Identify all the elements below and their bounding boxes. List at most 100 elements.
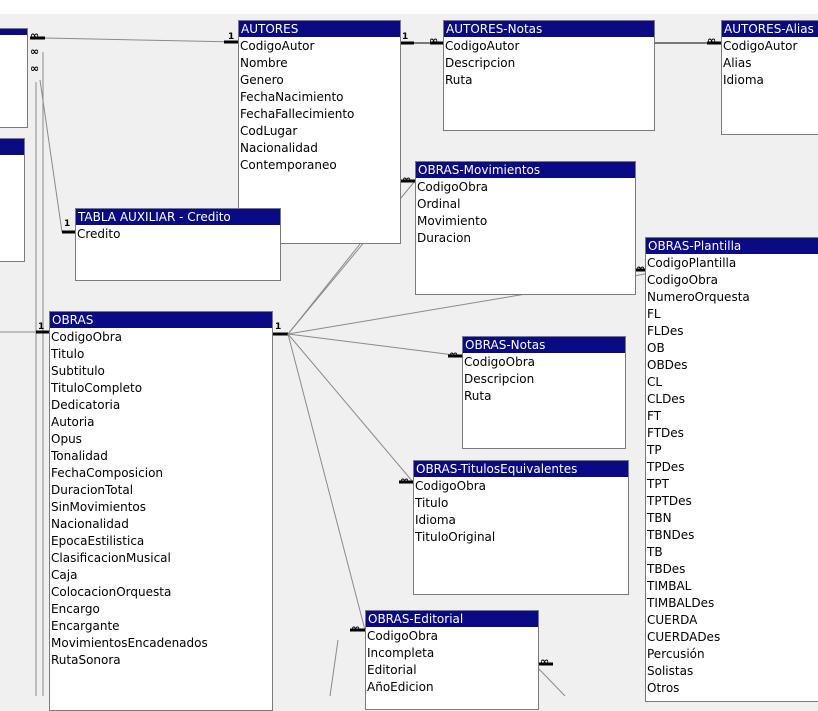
table-title[interactable]: AUTORES-Notas <box>444 21 654 37</box>
field-item[interactable]: CodigoAutor <box>240 38 400 55</box>
field-item[interactable]: CL <box>647 374 818 391</box>
field-item[interactable]: Duracion <box>417 230 635 247</box>
field-item[interactable]: TPT <box>647 476 818 493</box>
field-item[interactable]: CodigoObra <box>647 272 818 289</box>
field-item[interactable]: CodigoAutor <box>723 38 818 55</box>
table-title[interactable]: OBRAS-Notas <box>463 337 625 353</box>
field-item[interactable]: FechaComposicion <box>51 465 272 482</box>
field-item[interactable]: FL <box>647 306 818 323</box>
field-item[interactable]: Nombre <box>240 55 400 72</box>
field-item[interactable]: CodigoObra <box>417 179 635 196</box>
table-title[interactable]: OBRAS <box>50 312 272 328</box>
field-item[interactable]: TPTDes <box>647 493 818 510</box>
table-obras-titulos-equivalentes[interactable]: OBRAS-TitulosEquivalentes CodigoObra Tit… <box>413 460 629 595</box>
field-item[interactable]: Credito <box>77 226 280 243</box>
table-title[interactable]: OBRAS-TitulosEquivalentes <box>414 461 628 477</box>
field-item[interactable]: OB <box>647 340 818 357</box>
field-item[interactable]: Idioma <box>415 512 628 529</box>
one-cardinality-label: 1 <box>275 322 282 332</box>
field-item[interactable]: Ruta <box>445 72 654 89</box>
field-item[interactable]: DuracionTotal <box>51 482 272 499</box>
field-item[interactable]: NumeroOrquesta <box>647 289 818 306</box>
table-auxiliar-credito[interactable]: TABLA AUXILIAR - Credito Credito <box>75 208 281 281</box>
table-autores-alias[interactable]: AUTORES-Alias CodigoAutor Alias Idioma <box>721 20 818 135</box>
field-item[interactable]: Titulo <box>51 346 272 363</box>
field-item[interactable]: CLDes <box>647 391 818 408</box>
field-item[interactable]: Opus <box>51 431 272 448</box>
one-cardinality-label: 1 <box>38 322 45 332</box>
field-item[interactable]: TIMBAL <box>647 578 818 595</box>
table-title[interactable]: OBRAS-Plantilla <box>646 238 818 254</box>
field-item[interactable]: CodigoObra <box>367 628 538 645</box>
field-item[interactable]: Percusión <box>647 646 818 663</box>
field-item[interactable]: Descripcion <box>464 371 625 388</box>
field-item[interactable]: Alias <box>723 55 818 72</box>
field-item[interactable]: TituloCompleto <box>51 380 272 397</box>
table-obras[interactable]: OBRAS CodigoObra Titulo Subtitulo Titulo… <box>49 311 273 711</box>
field-item[interactable]: FTDes <box>647 425 818 442</box>
field-item[interactable]: Nacionalidad <box>240 140 400 157</box>
table-title[interactable]: TABLA AUXILIAR - Credito <box>76 209 280 225</box>
field-item[interactable]: Subtitulo <box>51 363 272 380</box>
field-item[interactable]: Tonalidad <box>51 448 272 465</box>
table-title[interactable]: OBRAS-Movimientos <box>416 162 635 178</box>
field-item[interactable]: TBNDes <box>647 527 818 544</box>
table-obras-plantilla[interactable]: OBRAS-Plantilla CodigoPlantilla CodigoOb… <box>645 237 818 702</box>
table-obras-movimientos[interactable]: OBRAS-Movimientos CodigoObra Ordinal Mov… <box>415 161 636 295</box>
field-item[interactable]: RutaSonora <box>51 652 272 669</box>
field-item[interactable]: Incompleta <box>367 645 538 662</box>
field-item[interactable]: CUERDADes <box>647 629 818 646</box>
table-autores-notas[interactable]: AUTORES-Notas CodigoAutor Descripcion Ru… <box>443 20 655 131</box>
table-title[interactable]: OBRAS-Editorial <box>366 611 538 627</box>
field-item[interactable]: Movimiento <box>417 213 635 230</box>
field-item[interactable]: TituloOriginal <box>415 529 628 546</box>
field-item[interactable]: Ruta <box>464 388 625 405</box>
field-item[interactable]: Descripcion <box>445 55 654 72</box>
field-item[interactable]: EpocaEstilistica <box>51 533 272 550</box>
field-item[interactable]: OBDes <box>647 357 818 374</box>
table-title[interactable]: AUTORES <box>239 21 400 37</box>
field-item[interactable]: CodigoPlantilla <box>647 255 818 272</box>
field-item[interactable]: Genero <box>240 72 400 89</box>
field-item[interactable]: TIMBALDes <box>647 595 818 612</box>
field-item[interactable]: Caja <box>51 567 272 584</box>
field-item[interactable]: CodigoObra <box>51 329 272 346</box>
field-item[interactable]: TPDes <box>647 459 818 476</box>
field-item[interactable]: CodigoObra <box>415 478 628 495</box>
field-item[interactable]: Otros <box>647 680 818 697</box>
field-item[interactable]: MovimientosEncadenados <box>51 635 272 652</box>
field-item[interactable]: Ordinal <box>417 196 635 213</box>
partial-table-left-middle[interactable] <box>0 138 25 262</box>
field-item[interactable]: FechaFallecimiento <box>240 106 400 123</box>
field-item[interactable]: SinMovimientos <box>51 499 272 516</box>
field-item[interactable]: AñoEdicion <box>367 679 538 696</box>
field-item[interactable]: TP <box>647 442 818 459</box>
partial-table-left-top[interactable] <box>0 28 28 128</box>
field-item[interactable]: CodLugar <box>240 123 400 140</box>
field-item[interactable]: FT <box>647 408 818 425</box>
field-item[interactable]: Contemporaneo <box>240 157 400 174</box>
field-item[interactable]: TBDes <box>647 561 818 578</box>
table-obras-notas[interactable]: OBRAS-Notas CodigoObra Descripcion Ruta <box>462 336 626 449</box>
field-item[interactable]: Nacionalidad <box>51 516 272 533</box>
field-item[interactable]: CodigoAutor <box>445 38 654 55</box>
field-item[interactable]: TBN <box>647 510 818 527</box>
field-item[interactable]: TB <box>647 544 818 561</box>
rel-line <box>537 667 566 696</box>
field-item[interactable]: FLDes <box>647 323 818 340</box>
field-item[interactable]: CodigoObra <box>464 354 625 371</box>
table-title[interactable]: AUTORES-Alias <box>722 21 818 37</box>
field-item[interactable]: Solistas <box>647 663 818 680</box>
field-item[interactable]: Dedicatoria <box>51 397 272 414</box>
field-item[interactable]: Encargante <box>51 618 272 635</box>
field-item[interactable]: Editorial <box>367 662 538 679</box>
field-item[interactable]: FechaNacimiento <box>240 89 400 106</box>
field-item[interactable]: Titulo <box>415 495 628 512</box>
field-item[interactable]: Autoria <box>51 414 272 431</box>
field-item[interactable]: CUERDA <box>647 612 818 629</box>
field-item[interactable]: ClasificacionMusical <box>51 550 272 567</box>
field-item[interactable]: Idioma <box>723 72 818 89</box>
table-obras-editorial[interactable]: OBRAS-Editorial CodigoObra Incompleta Ed… <box>365 610 539 710</box>
field-item[interactable]: ColocacionOrquesta <box>51 584 272 601</box>
field-item[interactable]: Encargo <box>51 601 272 618</box>
